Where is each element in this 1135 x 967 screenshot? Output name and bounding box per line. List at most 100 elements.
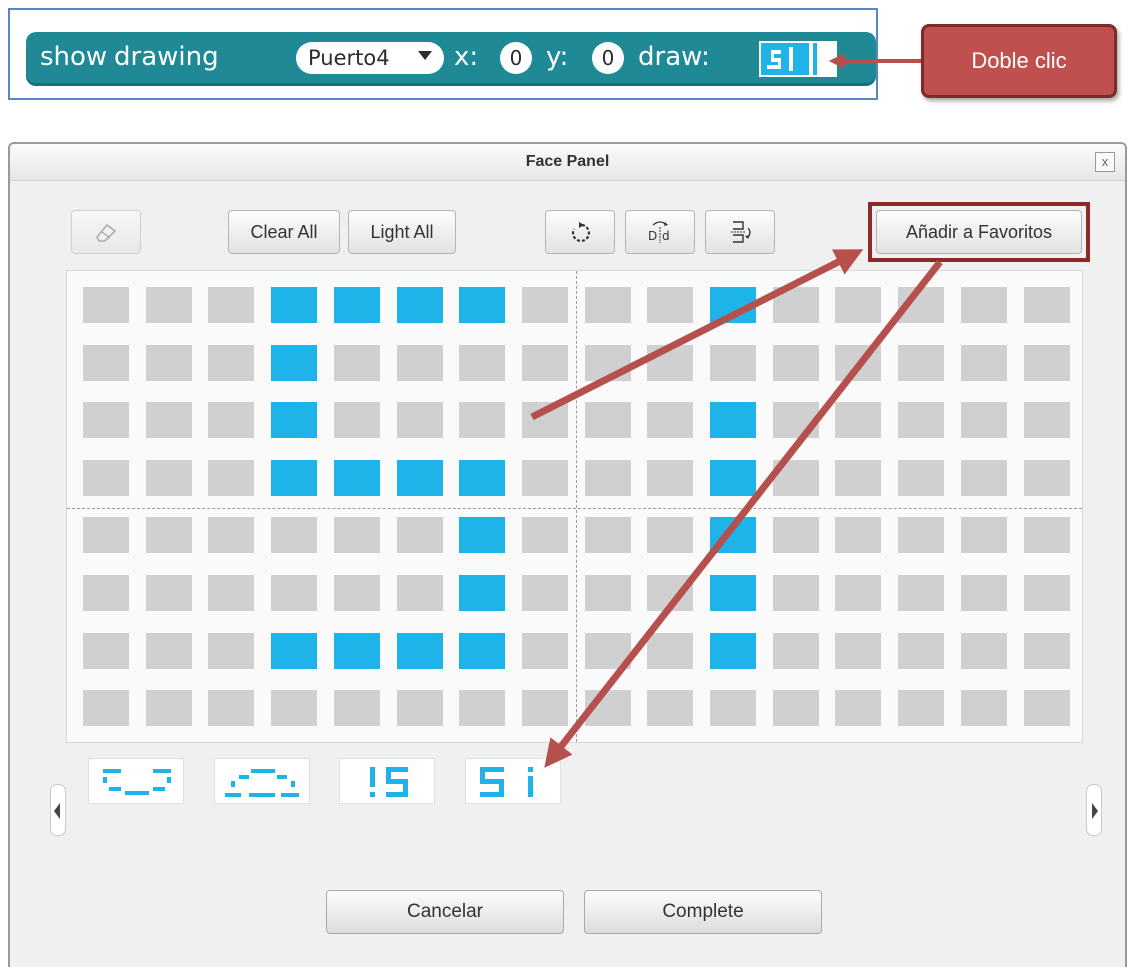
led-cell[interactable] [647,460,693,496]
led-cell[interactable] [710,460,756,496]
led-cell[interactable] [208,402,254,438]
led-cell[interactable] [334,287,380,323]
led-cell[interactable] [647,402,693,438]
favorite-exclaim-s[interactable] [339,758,435,804]
led-cell[interactable] [898,690,944,726]
favorite-frown[interactable] [214,758,310,804]
led-cell[interactable] [647,575,693,611]
led-cell[interactable] [773,345,819,381]
led-cell[interactable] [585,575,631,611]
led-cell[interactable] [334,517,380,553]
led-cell[interactable] [710,575,756,611]
led-cell[interactable] [773,287,819,323]
led-cell[interactable] [83,517,129,553]
led-cell[interactable] [1024,517,1070,553]
led-cell[interactable] [397,345,443,381]
led-cell[interactable] [522,633,568,669]
led-cell[interactable] [710,287,756,323]
led-cell[interactable] [271,575,317,611]
flip-vertical-button[interactable] [705,210,775,254]
y-input[interactable]: 0 [592,42,624,74]
led-cell[interactable] [208,287,254,323]
rotate-button[interactable] [545,210,615,254]
led-cell[interactable] [271,345,317,381]
led-cell[interactable] [397,287,443,323]
led-cell[interactable] [522,460,568,496]
eraser-button[interactable] [71,210,141,254]
led-cell[interactable] [459,633,505,669]
led-cell[interactable] [585,460,631,496]
cancel-button[interactable]: Cancelar [326,890,564,934]
led-cell[interactable] [961,402,1007,438]
led-cell[interactable] [1024,287,1070,323]
led-cell[interactable] [208,460,254,496]
led-cell[interactable] [898,575,944,611]
led-cell[interactable] [83,575,129,611]
led-cell[interactable] [334,633,380,669]
flip-horizontal-button[interactable]: D d [625,210,695,254]
led-cell[interactable] [961,460,1007,496]
led-cell[interactable] [585,633,631,669]
led-cell[interactable] [898,345,944,381]
led-cell[interactable] [898,402,944,438]
led-cell[interactable] [835,287,881,323]
led-matrix-grid[interactable] [66,270,1083,743]
led-cell[interactable] [208,575,254,611]
led-cell[interactable] [1024,345,1070,381]
led-cell[interactable] [647,517,693,553]
led-cell[interactable] [898,287,944,323]
led-cell[interactable] [835,517,881,553]
led-cell[interactable] [710,402,756,438]
led-cell[interactable] [146,402,192,438]
led-cell[interactable] [710,345,756,381]
led-cell[interactable] [961,517,1007,553]
light-all-button[interactable]: Light All [348,210,456,254]
led-cell[interactable] [271,633,317,669]
led-cell[interactable] [146,345,192,381]
led-cell[interactable] [522,517,568,553]
led-cell[interactable] [271,690,317,726]
led-cell[interactable] [835,633,881,669]
led-cell[interactable] [397,633,443,669]
favorite-si[interactable] [465,758,561,804]
led-cell[interactable] [271,460,317,496]
led-cell[interactable] [647,345,693,381]
led-cell[interactable] [146,287,192,323]
led-cell[interactable] [835,345,881,381]
led-cell[interactable] [83,345,129,381]
led-cell[interactable] [773,633,819,669]
led-cell[interactable] [710,517,756,553]
led-cell[interactable] [459,517,505,553]
led-cell[interactable] [585,287,631,323]
led-cell[interactable] [146,517,192,553]
led-cell[interactable] [146,460,192,496]
led-cell[interactable] [835,690,881,726]
led-cell[interactable] [522,402,568,438]
led-cell[interactable] [334,460,380,496]
led-cell[interactable] [710,633,756,669]
led-cell[interactable] [647,633,693,669]
led-cell[interactable] [459,345,505,381]
close-icon[interactable]: x [1095,152,1115,172]
led-cell[interactable] [459,575,505,611]
led-cell[interactable] [208,517,254,553]
led-cell[interactable] [146,690,192,726]
led-cell[interactable] [1024,690,1070,726]
led-cell[interactable] [83,460,129,496]
led-cell[interactable] [146,575,192,611]
led-cell[interactable] [271,517,317,553]
draw-preview-thumbnail[interactable] [759,41,837,77]
led-cell[interactable] [208,690,254,726]
led-cell[interactable] [647,287,693,323]
led-cell[interactable] [522,345,568,381]
led-cell[interactable] [334,402,380,438]
led-cell[interactable] [961,287,1007,323]
led-cell[interactable] [647,690,693,726]
led-cell[interactable] [961,345,1007,381]
led-cell[interactable] [208,345,254,381]
led-cell[interactable] [397,402,443,438]
favorite-smile[interactable] [88,758,184,804]
led-cell[interactable] [773,690,819,726]
x-input[interactable]: 0 [500,42,532,74]
led-cell[interactable] [961,575,1007,611]
